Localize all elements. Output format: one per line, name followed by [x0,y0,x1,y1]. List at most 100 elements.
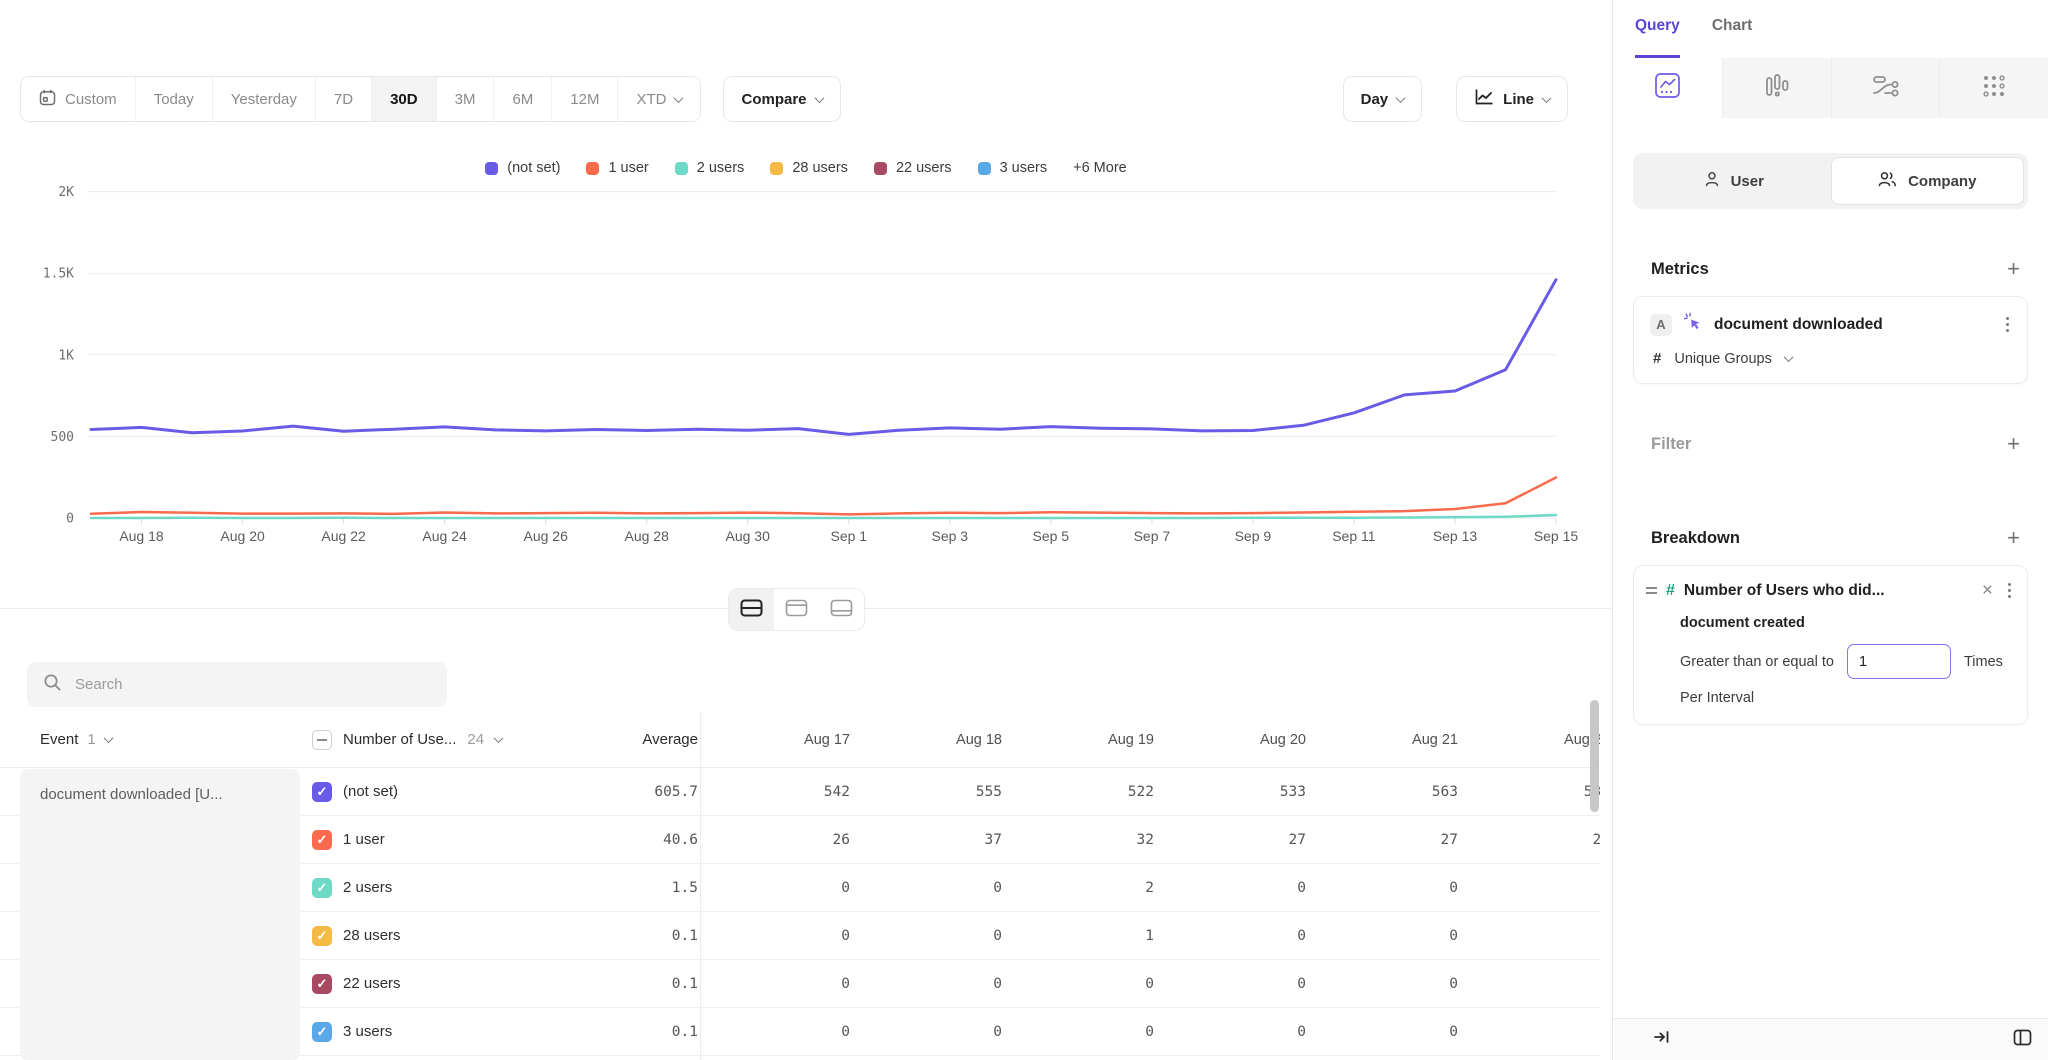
date-value: 28 [1593,832,1600,848]
date-value: 0 [1449,880,1460,896]
drag-handle-icon[interactable] [1646,587,1657,593]
breakdown-event[interactable]: document created [1680,615,2013,631]
kebab-menu-icon[interactable] [2004,315,2011,334]
chart-type-flow-chart[interactable] [1831,58,1940,118]
top-panel-view-button[interactable] [774,589,819,630]
per-interval-label[interactable]: Per Interval [1680,690,2013,706]
series-count: 24 [467,731,484,748]
date-range-xtd[interactable]: XTD [618,77,700,121]
legend-swatch [675,162,688,175]
select-all-checkbox[interactable] [312,730,332,750]
analytics-dashboard: Custom Today Yesterday 7D 30D3M6M12M XTD Comp… [0,0,2048,1060]
legend-item-3-users[interactable]: 3 users [978,160,1048,176]
series-checkbox[interactable]: ✓ [312,830,332,850]
svg-text:Sep 3: Sep 3 [932,528,969,544]
compare-button[interactable]: Compare [723,76,840,122]
kebab-menu-icon[interactable] [2006,581,2013,600]
svg-text:Aug 18: Aug 18 [119,528,164,544]
svg-text:Aug 22: Aug 22 [321,528,366,544]
grid-chart-icon [1981,73,2007,104]
condition-value-input[interactable] [1847,644,1951,679]
tab-query[interactable]: Query [1635,17,1680,58]
date-range-custom[interactable]: Custom [21,77,136,121]
date-range-label: Today [154,91,194,108]
series-label: 2 users [343,879,392,896]
metric-card[interactable]: A document downloaded # Unique Groups [1633,296,2028,384]
date-range-label: Yesterday [231,91,297,108]
breakdown-section-header: Breakdown + [1651,528,2020,548]
date-value: 0 [1145,1024,1156,1040]
add-filter-icon[interactable]: + [2007,434,2020,454]
calendar-icon [39,89,56,110]
chevron-down-icon [1396,93,1406,103]
series-column-header[interactable]: Number of Use...24 [300,730,555,750]
breakdown-title: Number of Users who did... [1684,582,1973,600]
series-cell: ✓ 22 users [300,974,555,994]
line-chart-icon [1654,72,1681,104]
line-chart[interactable]: 05001K1.5K2KAug 18Aug 20Aug 22Aug 24Aug … [0,180,1612,560]
date-range-7d[interactable]: 7D [316,77,372,121]
toggle-user[interactable]: User [1637,157,1831,205]
date-range-12m[interactable]: 12M [552,77,618,121]
condition-label[interactable]: Greater than or equal to [1680,654,1834,670]
series-checkbox[interactable]: ✓ [312,974,332,994]
toggle-company[interactable]: Company [1831,157,2025,205]
chart-type-line-chart[interactable] [1613,58,1722,118]
series-checkbox[interactable]: ✓ [312,878,332,898]
date-value: 0 [993,928,1004,944]
collapse-panel-icon[interactable] [1653,1029,1672,1050]
sidebar-toggle-icon[interactable] [2012,1027,2033,1053]
series-checkbox[interactable]: ✓ [312,782,332,802]
svg-text:Sep 7: Sep 7 [1134,528,1171,544]
event-cursor-icon [1683,312,1703,337]
flow-chart-icon [1871,74,1900,103]
series-label: 22 users [343,975,401,992]
legend-item-not-set[interactable]: (not set) [485,160,560,176]
legend-more[interactable]: +6 More [1073,160,1127,176]
add-metric-icon[interactable]: + [2007,259,2020,279]
add-breakdown-icon[interactable]: + [2007,528,2020,548]
table-scrollbar-thumb[interactable] [1590,700,1599,812]
layout-toggle-group [728,588,865,631]
search-input[interactable] [75,676,431,693]
date-value: 0 [1145,976,1156,992]
event-cell[interactable]: document downloaded [U... [20,769,300,1060]
date-value: 26 [833,832,852,848]
event-column-header[interactable]: Event1 [0,731,300,748]
date-range-3m[interactable]: 3M [437,77,495,121]
date-range-yesterday[interactable]: Yesterday [213,77,316,121]
chart-style-dropdown[interactable]: Line [1456,76,1568,122]
split-view-button[interactable] [729,589,774,630]
date-range-label: 7D [334,91,353,108]
bottom-panel-view-button[interactable] [819,589,864,630]
chart-type-bar-chart[interactable] [1722,58,1831,118]
date-range-today[interactable]: Today [136,77,213,121]
svg-text:Aug 20: Aug 20 [220,528,265,544]
column-divider [700,712,701,1060]
metrics-heading: Metrics [1651,260,1709,279]
chart-toolbar: Custom Today Yesterday 7D 30D3M6M12M XTD Comp… [20,76,1592,122]
metric-aggregation-row[interactable]: # Unique Groups [1653,350,2011,367]
split-view-icon [740,599,763,620]
date-range-6m[interactable]: 6M [494,77,552,121]
date-range-label: XTD [636,91,666,108]
close-icon[interactable]: × [1982,583,1993,599]
date-range-30d[interactable]: 30D [372,77,437,121]
legend-item-1-user[interactable]: 1 user [586,160,648,176]
chart-type-grid-chart[interactable] [1939,58,2048,118]
user-icon [1704,171,1720,191]
legend-item-28-users[interactable]: 28 users [770,160,848,176]
condition-unit-label: Times [1964,654,2003,670]
legend-item-2-users[interactable]: 2 users [675,160,745,176]
series-checkbox[interactable]: ✓ [312,1022,332,1042]
legend-item-22-users[interactable]: 22 users [874,160,952,176]
date-column-header: Aug 21 [1412,732,1460,748]
interval-dropdown[interactable]: Day [1343,76,1423,122]
search-box [27,662,447,707]
tab-chart[interactable]: Chart [1712,17,1752,58]
filter-section-header: Filter + [1651,434,2020,454]
breakdown-condition-row: Greater than or equal to Times [1680,644,2013,679]
series-checkbox[interactable]: ✓ [312,926,332,946]
date-value: 27 [1289,832,1308,848]
group-toggle: User Company [1633,153,2028,209]
